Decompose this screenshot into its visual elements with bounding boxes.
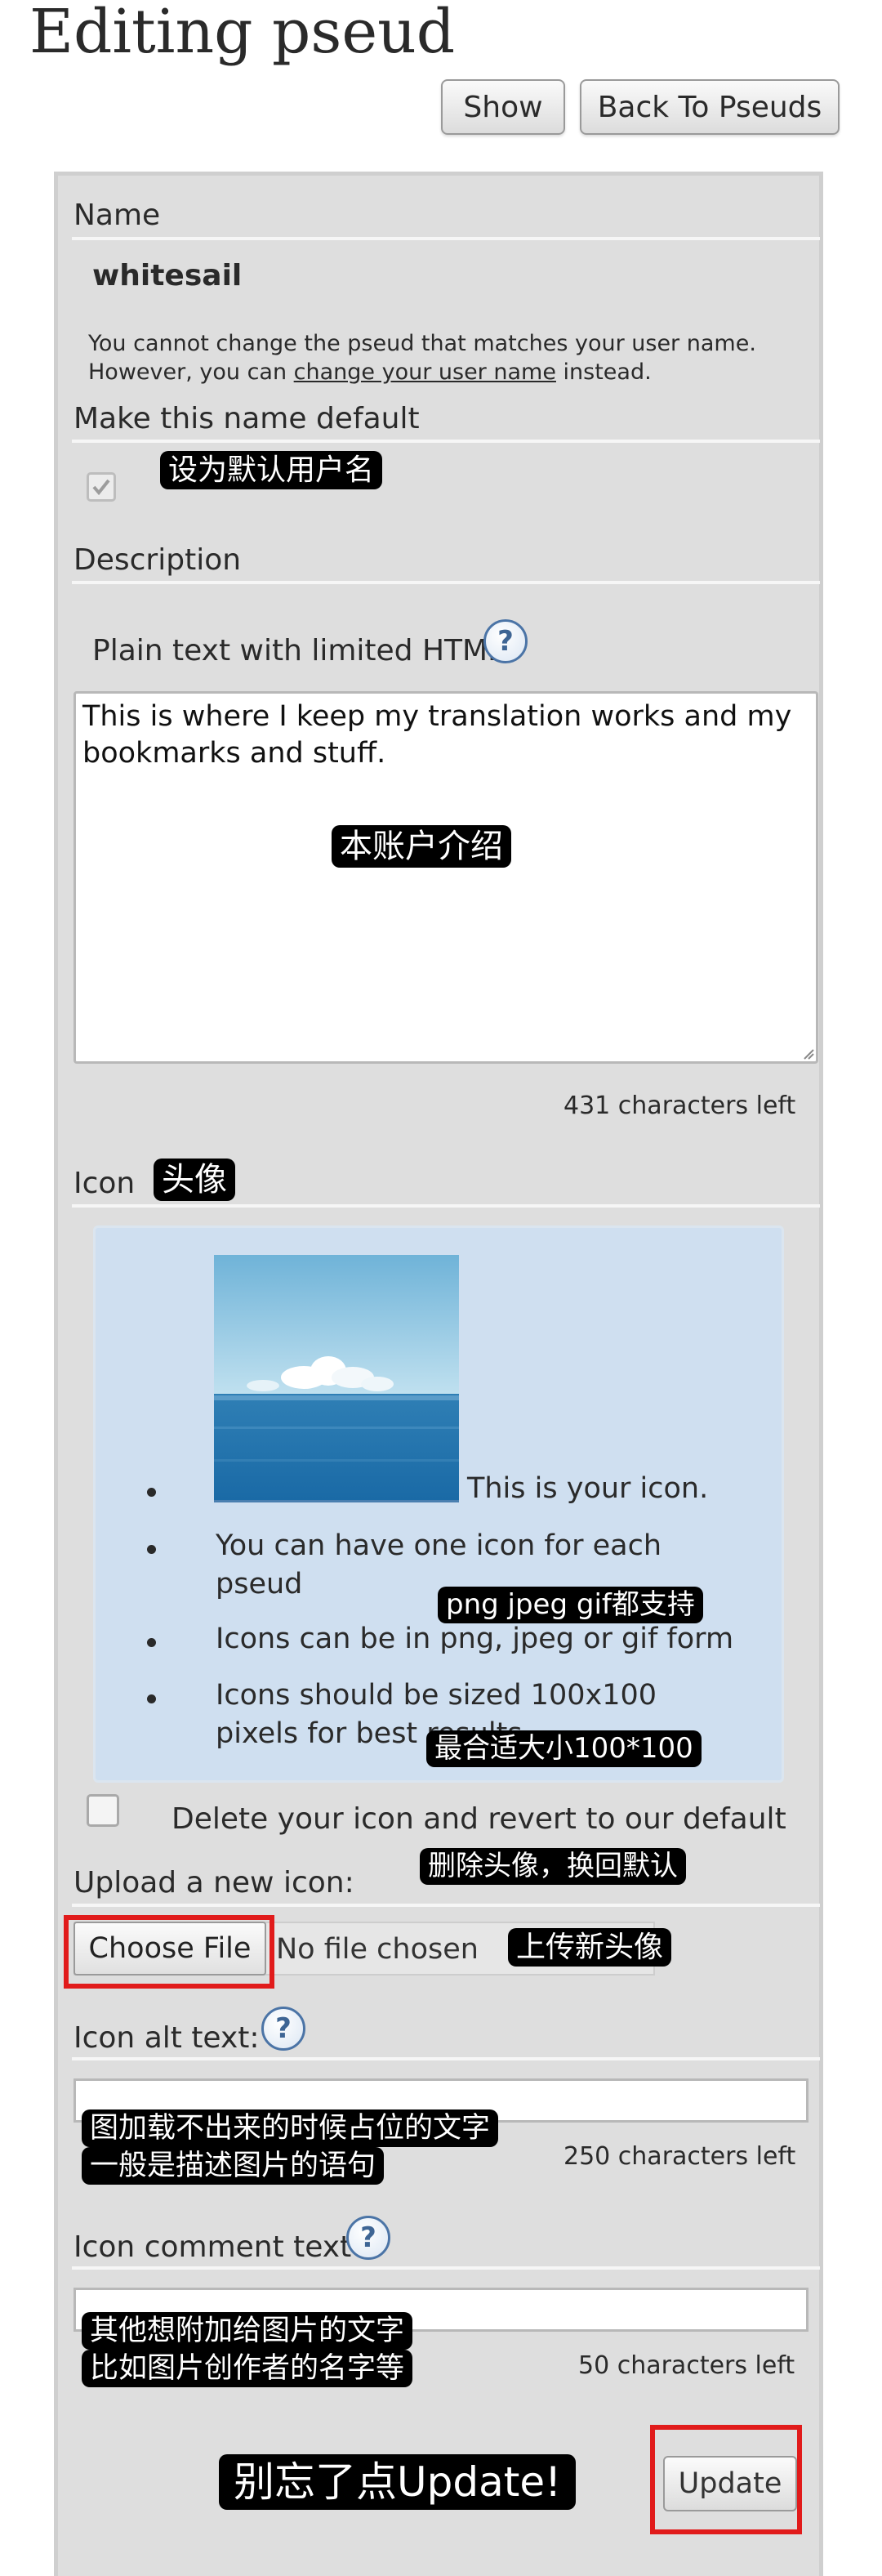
divider [72,1904,820,1907]
bullet [147,1694,156,1703]
bullet [147,1488,156,1497]
annotation-update: 别忘了点Update! [219,2454,577,2510]
note-text: instead. [555,359,652,385]
delete-icon-label[interactable]: Delete your icon and revert to our defau… [172,1802,786,1836]
description-hint: Plain text with limited HTML [92,634,505,667]
alt-text-label: Icon alt text: [74,2021,260,2055]
comment-text-chars-left: 50 characters left [578,2351,795,2380]
make-default-checkbox[interactable] [87,472,116,502]
show-button[interactable]: Show [441,79,565,135]
highlight-update [650,2425,802,2534]
annotation-upload: 上传新头像 [508,1928,672,1967]
divider [72,1204,820,1208]
pseud-name: whitesail [92,259,243,292]
checkmark-icon [92,479,110,496]
bullet [147,1638,156,1647]
bullet [147,1545,156,1554]
description-chars-left: 431 characters left [564,1092,796,1120]
divider [72,581,820,584]
page-title: Editing pseud [29,0,456,67]
description-help-icon[interactable]: ? [483,619,528,663]
resize-handle-icon[interactable] [803,1048,814,1060]
delete-icon-checkbox[interactable] [87,1794,119,1827]
annotation-comment-2: 比如图片创作者的名字等 [82,2350,413,2387]
description-line: bookmarks and stuff. [82,737,386,770]
description-text: This is where I keep my translation work… [82,699,791,772]
sea-sky-icon [214,1255,459,1500]
alt-text-help-icon[interactable]: ? [261,2007,305,2051]
annotation-size: 最合适大小100*100 [426,1730,702,1767]
note-text: However, you can [88,359,294,385]
icon-underline [214,1500,459,1502]
change-username-link[interactable]: change your user name [294,359,556,385]
icon-label: Icon [74,1167,136,1200]
comment-text-help-icon[interactable]: ? [346,2216,390,2260]
alt-text-chars-left: 250 characters left [564,2142,796,2171]
annotation-alt-2: 一般是描述图片的语句 [82,2147,385,2185]
make-default-label: Make this name default [74,402,420,435]
divider [72,440,820,443]
icon-item-your-icon: This is your icon. [467,1472,709,1505]
annotation-alt-1: 图加载不出来的时候占位的文字 [82,2109,499,2147]
back-to-pseuds-button[interactable]: Back To Pseuds [580,79,840,135]
no-file-text: No file chosen [276,1933,479,1966]
icon-item-one-per-pseud-2: pseud [216,1568,303,1601]
icon-item-formats: Icons can be in png, jpeg or gif form [216,1623,734,1655]
annotation-description: 本账户介绍 [332,825,511,868]
icon-item-size: Icons should be sized 100x100 [216,1679,657,1712]
annotation-delete: 删除头像，换回默认 [420,1848,686,1885]
description-label: Description [74,543,242,577]
pseud-icon-image [214,1255,459,1500]
highlight-choose-file [64,1915,274,1989]
upload-label: Upload a new icon: [74,1866,354,1900]
annotation-formats: png jpeg gif都支持 [438,1587,703,1623]
name-label: Name [74,199,161,232]
divider [72,2266,820,2270]
annotation-comment-1: 其他想附加给图片的文字 [82,2312,413,2350]
description-line: This is where I keep my translation work… [82,700,792,733]
divider [72,2057,820,2060]
pseud-name-note: You cannot change the pseud that matches… [88,331,756,356]
pseud-name-note-2: However, you can change your user name i… [88,359,652,385]
icon-item-one-per-pseud: You can have one icon for each [216,1529,662,1562]
annotation-make-default: 设为默认用户名 [160,451,383,490]
annotation-icon: 头像 [154,1159,235,1201]
divider [72,237,820,240]
description-textarea[interactable]: This is where I keep my translation work… [74,691,818,1064]
comment-text-label: Icon comment text [74,2230,352,2264]
